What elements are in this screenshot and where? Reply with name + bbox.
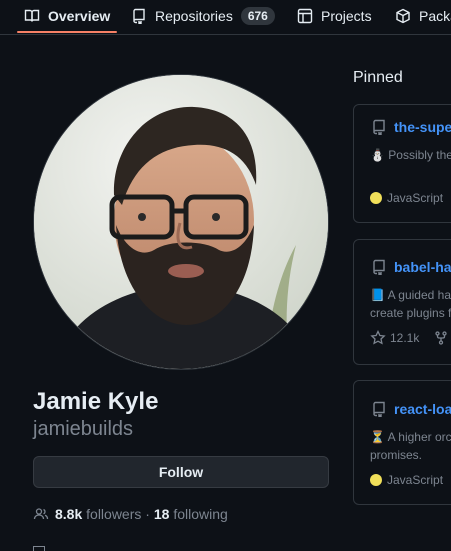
repo-description: ⛄ Possibly the [370,148,451,162]
repo-description-line-1: 📘 A guided ha [370,288,451,302]
partial-icon [33,546,45,551]
project-table-icon [297,8,313,24]
tab-projects[interactable]: Projects [297,0,372,32]
follower-stats: 8.8k followers · 18 following [33,506,228,522]
tab-packages-label: Packa [419,8,451,24]
people-icon [33,508,49,520]
tab-projects-label: Projects [321,8,372,24]
repo-link[interactable]: babel-ha [394,259,451,275]
language-name: JavaScript [387,191,444,205]
package-icon [396,8,410,24]
tab-overview[interactable]: Overview [24,0,110,32]
star-icon [370,330,386,345]
repo-language: JavaScript [370,191,443,205]
repo-icon [133,8,145,24]
stats-separator: · [145,506,150,522]
repo-link[interactable]: the-supe [394,119,451,135]
tab-repositories-label: Repositories [155,8,233,24]
followers-link[interactable]: 8.8k followers [55,506,141,522]
repo-icon [373,401,385,417]
tab-repositories[interactable]: Repositories 676 [131,0,275,32]
pinned-repo-card: babel-ha 📘 A guided ha create plugins f … [353,239,451,365]
repo-description-line-1: ⏳ A higher orc [370,430,451,444]
tab-overview-label: Overview [48,8,111,24]
pinned-repo-card: react-loac ⏳ A higher orc promises. Java… [353,380,451,505]
repo-stars[interactable]: 12.1k [370,330,449,346]
fork-icon [435,331,448,345]
pinned-repo-card: the-supe ⛄ Possibly the JavaScript [353,104,451,223]
repo-icon [373,119,385,135]
profile-tab-nav: Overview Repositories 676 Projects Packa [0,0,451,35]
repo-description-line-2: create plugins f [370,306,451,320]
tab-packages[interactable]: Packa [395,0,451,32]
book-icon [24,9,40,22]
repo-description-line-2: promises. [370,448,423,462]
avatar[interactable] [33,74,329,370]
language-color-dot [370,192,382,204]
followers-label: followers [86,506,142,522]
following-count: 18 [153,506,170,522]
repo-icon [373,259,385,275]
following-label: following [173,506,228,522]
avatar-photo [34,75,328,369]
repo-language: JavaScript [370,473,443,487]
repositories-count-badge: 676 [240,7,275,25]
language-name: JavaScript [387,473,444,487]
active-tab-indicator [17,31,117,33]
stars-count: 12.1k [390,331,420,345]
profile-name: Jamie Kyle [33,388,159,415]
profile-login: jamiebuilds [33,418,134,440]
pinned-heading: Pinned [353,69,403,86]
language-color-dot [370,474,382,486]
followers-count: 8.8k [55,506,83,522]
following-link[interactable]: 18 following [154,506,228,522]
repo-link[interactable]: react-loac [394,401,451,417]
follow-button[interactable]: Follow [33,456,329,488]
